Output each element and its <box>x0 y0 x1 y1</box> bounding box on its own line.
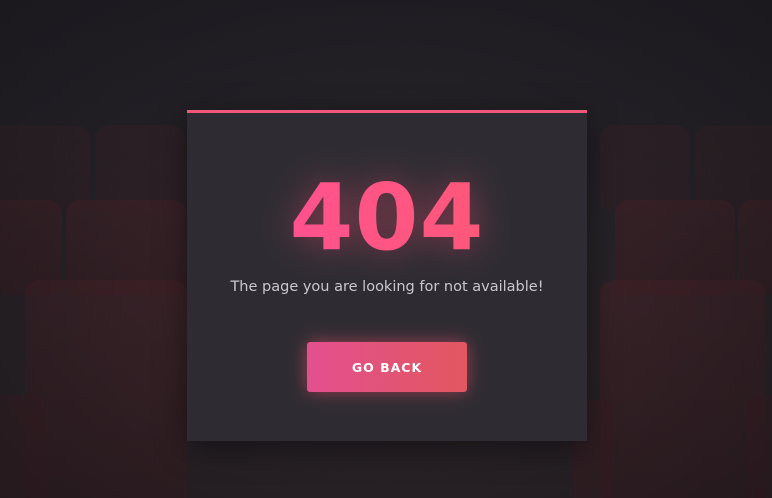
go-back-button[interactable]: GO BACK <box>307 342 467 392</box>
error-message: The page you are looking for not availab… <box>230 279 544 295</box>
error-card: 404 The page you are looking for not ava… <box>187 110 587 441</box>
error-code: 404 <box>187 168 587 268</box>
